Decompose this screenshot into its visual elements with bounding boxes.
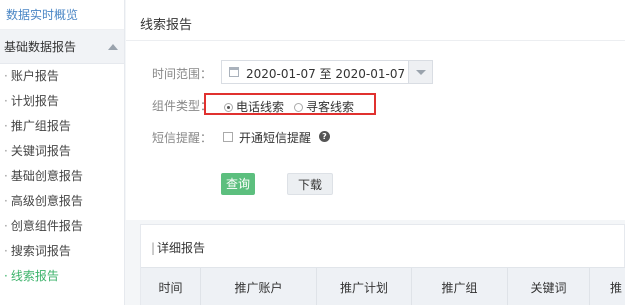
sidebar-report-list: · 账户报告 · 计划报告 · 推广组报告 · 关键词报告 · 基础创意报告 · 高级创意报… [0,64,124,289]
component-type-label: 组件类型： [152,99,213,113]
bullet: · [4,194,8,208]
dropdown-arrow-icon[interactable] [408,61,432,83]
radio-label: 电话线索 [236,100,285,114]
sidebar-item-keyword-report[interactable]: · 关键词报告 [0,139,124,164]
column-header-time[interactable]: 时间 [141,268,201,305]
sidebar-item-label: 高级创意报告 [10,194,83,208]
bullet: · [4,219,8,233]
sidebar-item-lead-report[interactable]: · 线索报告 [0,264,124,289]
radio-label: 寻客线索 [306,100,355,114]
radio-phone-lead[interactable]: 电话线索 [224,98,284,115]
detail-report-title-text: 详细报告 [157,241,206,255]
sidebar-item-label: 推广组报告 [10,119,71,133]
bullet: · [4,144,8,158]
sidebar-item-plan-report[interactable]: · 计划报告 [0,89,124,114]
page-title: 线索报告 [140,18,193,33]
radio-search-lead[interactable]: 寻客线索 [294,98,354,115]
sidebar-item-label: 基础创意报告 [10,169,83,183]
download-button[interactable]: 下载 [287,173,333,195]
time-range-label: 时间范围： [152,67,213,81]
sidebar-item-label: 创意组件报告 [10,219,83,233]
sidebar-item-label: 关键词报告 [10,144,71,158]
help-icon[interactable]: ? [319,131,330,142]
radio-button[interactable] [294,103,303,112]
detail-report-panel: | 详细报告 时间 推广账户 推广计划 推广组 关键词 推 [140,224,625,305]
bullet: · [4,269,8,283]
component-type-radio-group: 电话线索 寻客线索 [204,93,376,115]
divider [126,40,625,41]
sms-reminder-checkbox[interactable] [223,132,233,142]
sidebar-item-search-term-report[interactable]: · 搜索词报告 [0,239,124,264]
date-range-picker[interactable]: 2020-01-07 至 2020-01-07 [221,60,433,84]
radio-button-checked[interactable] [224,103,233,112]
filter-panel: 线索报告 时间范围： 2020-01-07 至 2020-01-07 组件类型：… [126,0,625,220]
sidebar-section-label: 基础数据报告 [4,40,77,54]
sidebar-item-label: 计划报告 [10,94,59,108]
sidebar-item-basic-creative-report[interactable]: · 基础创意报告 [0,164,124,189]
bullet: · [4,119,8,133]
sms-reminder-label: 短信提醒： [152,131,213,145]
collapse-caret-icon[interactable] [108,44,118,50]
sidebar: 数据实时概览 基础数据报告 · 账户报告 · 计划报告 · 推广组报告 · 关键词报告 … [0,0,125,305]
sidebar-realtime-overview-link[interactable]: 数据实时概览 [0,0,124,30]
column-header-adgroup[interactable]: 推广组 [412,268,508,305]
main-content: 线索报告 时间范围： 2020-01-07 至 2020-01-07 组件类型：… [126,0,625,305]
date-range-value: 2020-01-07 至 2020-01-07 [246,67,406,81]
sidebar-item-advanced-creative-report[interactable]: · 高级创意报告 [0,189,124,214]
title-bar: | [151,241,156,255]
column-header-truncated[interactable]: 推 [590,268,625,305]
bullet: · [4,69,8,83]
column-header-account[interactable]: 推广账户 [201,268,317,305]
sidebar-item-adgroup-report[interactable]: · 推广组报告 [0,114,124,139]
detail-report-title: | 详细报告 [151,239,205,256]
query-button[interactable]: 查询 [221,173,255,195]
bullet: · [4,244,8,258]
bullet: · [4,94,8,108]
column-header-keyword[interactable]: 关键词 [508,268,590,305]
sms-reminder-checkbox-label[interactable]: 开通短信提醒 [239,129,311,146]
sidebar-item-label: 账户报告 [10,69,59,83]
column-header-plan[interactable]: 推广计划 [317,268,412,305]
table-header: 时间 推广账户 推广计划 推广组 关键词 推 [141,267,625,305]
sidebar-section-basic-reports[interactable]: 基础数据报告 [0,30,124,64]
bullet: · [4,169,8,183]
sidebar-item-label: 搜索词报告 [10,244,71,258]
sidebar-item-creative-component-report[interactable]: · 创意组件报告 [0,214,124,239]
sidebar-item-label: 线索报告 [10,269,59,283]
sidebar-item-account-report[interactable]: · 账户报告 [0,64,124,89]
calendar-icon [229,67,239,77]
